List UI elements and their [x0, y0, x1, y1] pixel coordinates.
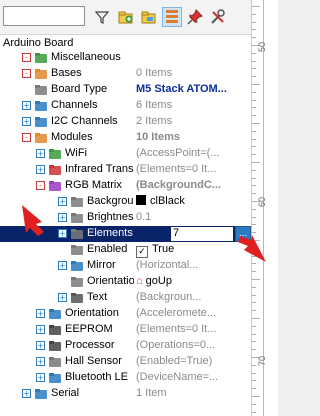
annotation-arrow-right — [238, 235, 266, 262]
annotation-arrow-left — [22, 205, 44, 236]
annotation-arrows — [22, 205, 266, 262]
